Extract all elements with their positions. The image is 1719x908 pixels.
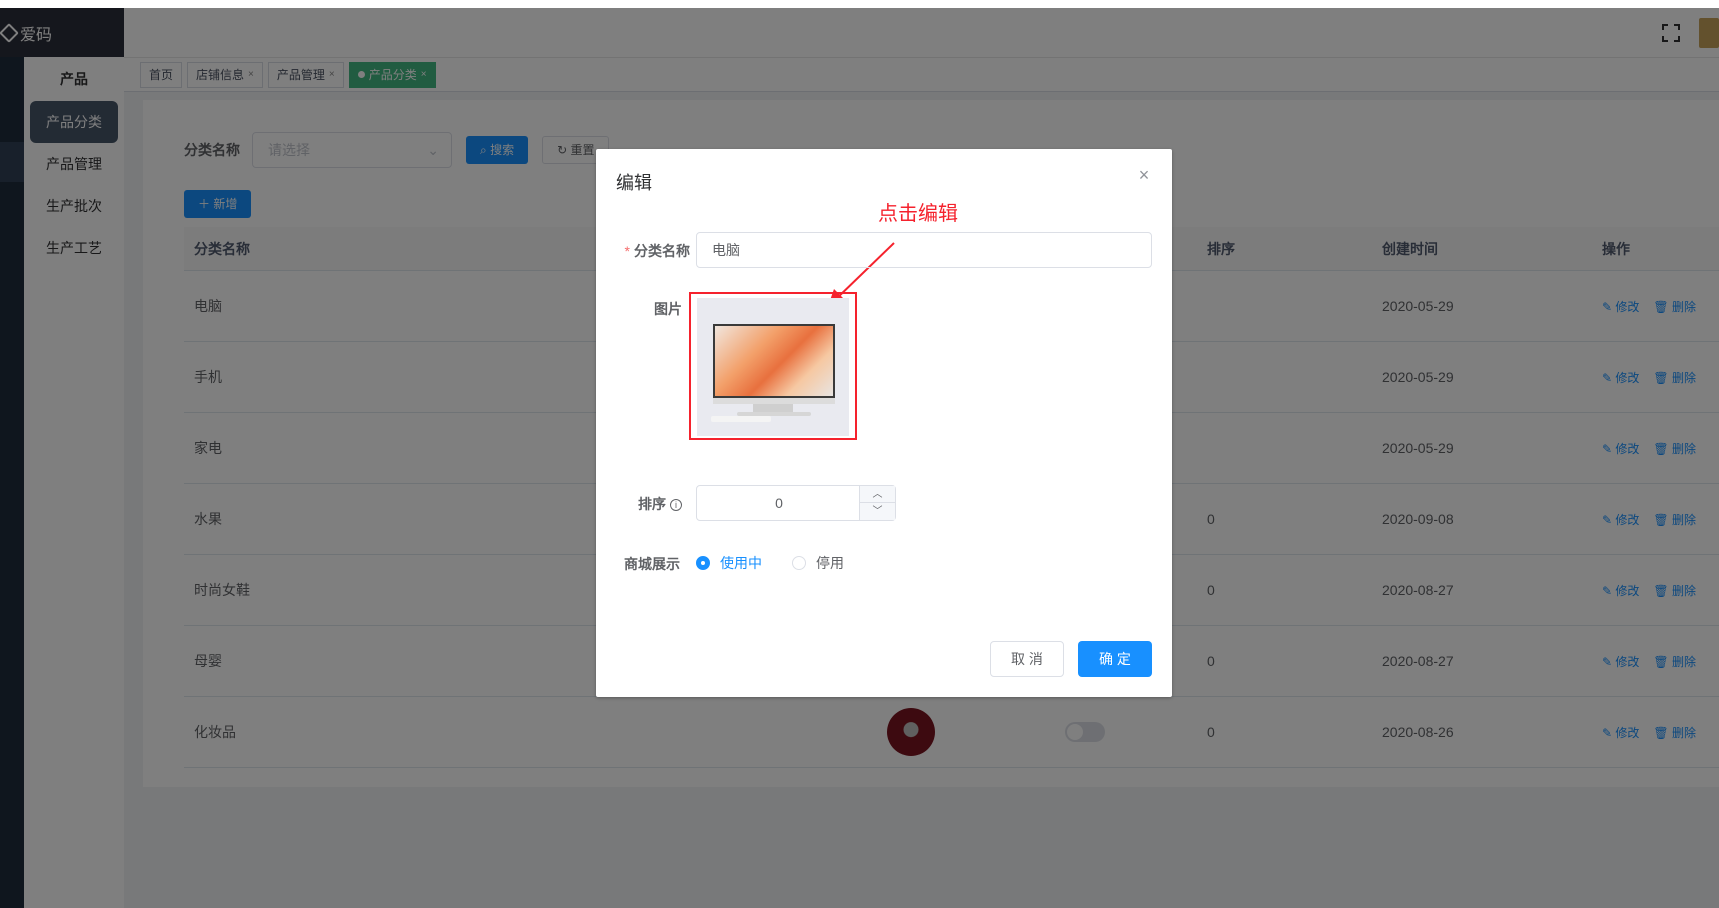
increase-icon[interactable]: ︿ xyxy=(860,486,895,503)
confirm-button[interactable]: 确 定 xyxy=(1078,641,1152,677)
close-icon[interactable]: × xyxy=(1136,166,1152,184)
top-strip xyxy=(0,0,1719,8)
cancel-button[interactable]: 取 消 xyxy=(990,641,1064,677)
display-radio-group: 使用中 停用 xyxy=(696,553,874,573)
annotation-text: 点击编辑 xyxy=(878,203,958,225)
category-image xyxy=(697,298,849,436)
dialog-title: 编辑 xyxy=(616,173,652,193)
sort-label: 排序 i xyxy=(592,494,682,514)
image-upload[interactable] xyxy=(689,292,857,440)
info-icon: i xyxy=(670,499,682,511)
sort-value[interactable]: 0 xyxy=(697,486,861,520)
radio-disabled[interactable]: 停用 xyxy=(792,553,844,573)
edit-dialog: 编辑 × 点击编辑 * 分类名称 电脑 图片 排序 i 0 ︿ ﹀ 商城展示 使用中… xyxy=(596,149,1172,697)
image-label: 图片 xyxy=(654,301,682,317)
sort-stepper[interactable]: 0 ︿ ﹀ xyxy=(696,485,896,521)
radio-in-use[interactable]: 使用中 xyxy=(696,553,762,573)
category-name-input[interactable]: 电脑 xyxy=(696,232,1152,268)
display-label: 商城展示 xyxy=(624,556,680,572)
name-label: * 分类名称 xyxy=(624,243,690,259)
decrease-icon[interactable]: ﹀ xyxy=(860,503,895,520)
